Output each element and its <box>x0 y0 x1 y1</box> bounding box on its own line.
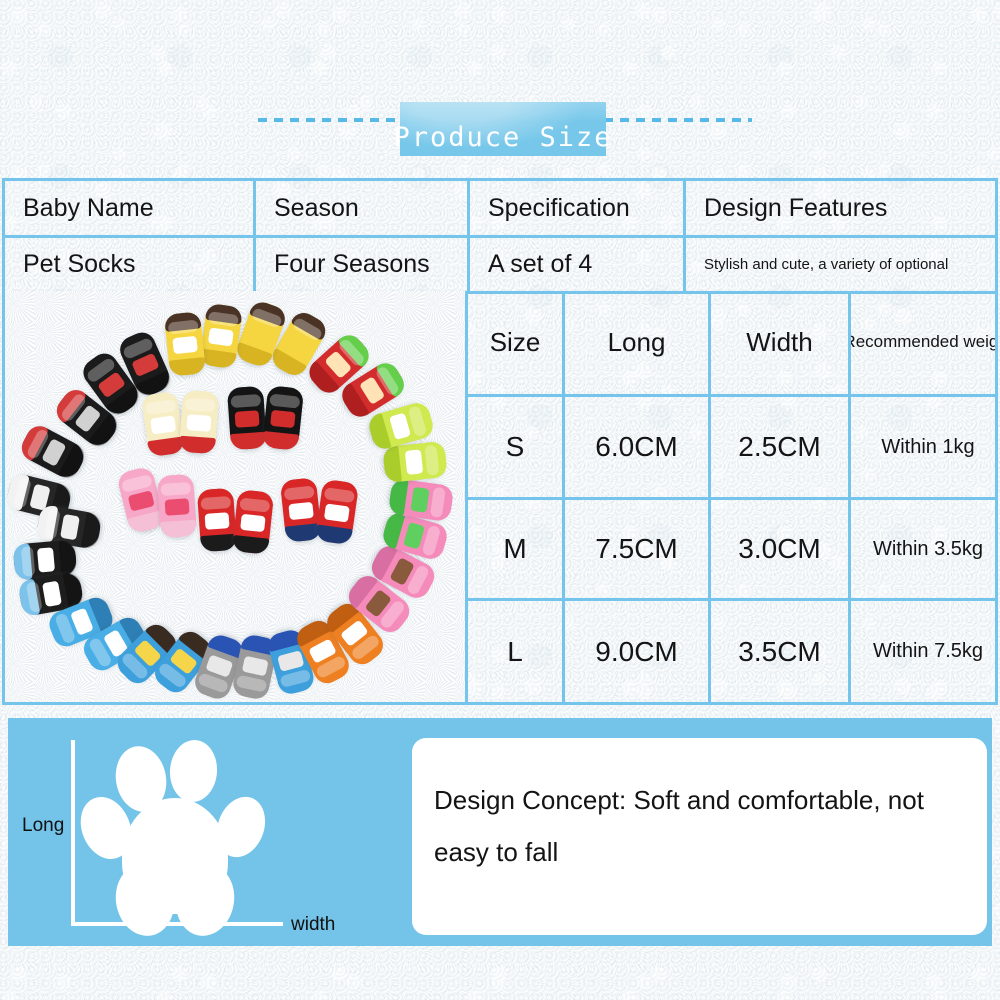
design-concept-panel: Long width Design Concept: Soft and comf… <box>8 718 992 946</box>
measurement-axis-vertical <box>71 740 75 926</box>
design-concept-box: Design Concept: Soft and comfortable, no… <box>412 738 987 935</box>
size-header-long: Long <box>565 291 711 397</box>
size-row-s-long: 6.0CM <box>565 397 711 500</box>
info-value-baby-name: Pet Socks <box>5 238 256 294</box>
info-header-season: Season <box>256 181 470 238</box>
info-header-baby-name: Baby Name <box>5 181 256 238</box>
info-header-design-features: Design Features <box>686 181 995 238</box>
info-value-specification: A set of 4 <box>470 238 686 294</box>
size-row-s-width: 2.5CM <box>711 397 851 500</box>
size-row-m-width: 3.0CM <box>711 500 851 601</box>
size-specification-table: Size Long Width Recommended weight S 6.0… <box>468 291 995 702</box>
dashed-rule-right <box>604 118 752 122</box>
paw-main-pad <box>122 798 228 914</box>
size-row-m-long: 7.5CM <box>565 500 711 601</box>
paw-toe-2 <box>167 738 220 804</box>
size-header-recommended-weight: Recommended weight <box>851 291 995 397</box>
size-row-m-size: M <box>468 500 565 601</box>
axis-label-long: Long <box>22 815 65 836</box>
dashed-rule-left <box>258 118 403 122</box>
product-info-table: Baby Name Season Specification Design Fe… <box>2 178 998 294</box>
info-header-specification: Specification <box>470 181 686 238</box>
size-row-l-long: 9.0CM <box>565 601 711 702</box>
info-value-season: Four Seasons <box>256 238 470 294</box>
size-row-l-weight: Within 7.5kg <box>872 640 984 662</box>
photo-and-size-row: Size Long Width Recommended weight S 6.0… <box>2 291 998 705</box>
paw-icon <box>71 736 298 928</box>
size-row-l-size: L <box>468 601 565 702</box>
page-title-banner: Produce Size <box>393 102 611 156</box>
product-photo-cell <box>5 291 468 702</box>
pet-socks-photo <box>5 291 465 702</box>
size-row-m-weight: Within 3.5kg <box>851 500 995 601</box>
size-row-l-width: 3.5CM <box>711 601 851 702</box>
title-banner-row: Produce Size <box>0 102 1000 156</box>
info-value-design-features: Stylish and cute, a variety of optional <box>686 238 995 294</box>
size-row-s-weight: Within 1kg <box>851 397 995 500</box>
size-header-size: Size <box>468 291 565 397</box>
size-header-width: Width <box>711 291 851 397</box>
page-title: Produce Size <box>393 122 613 153</box>
size-row-s-size: S <box>468 397 565 500</box>
design-concept-text: Design Concept: Soft and comfortable, no… <box>434 785 924 867</box>
